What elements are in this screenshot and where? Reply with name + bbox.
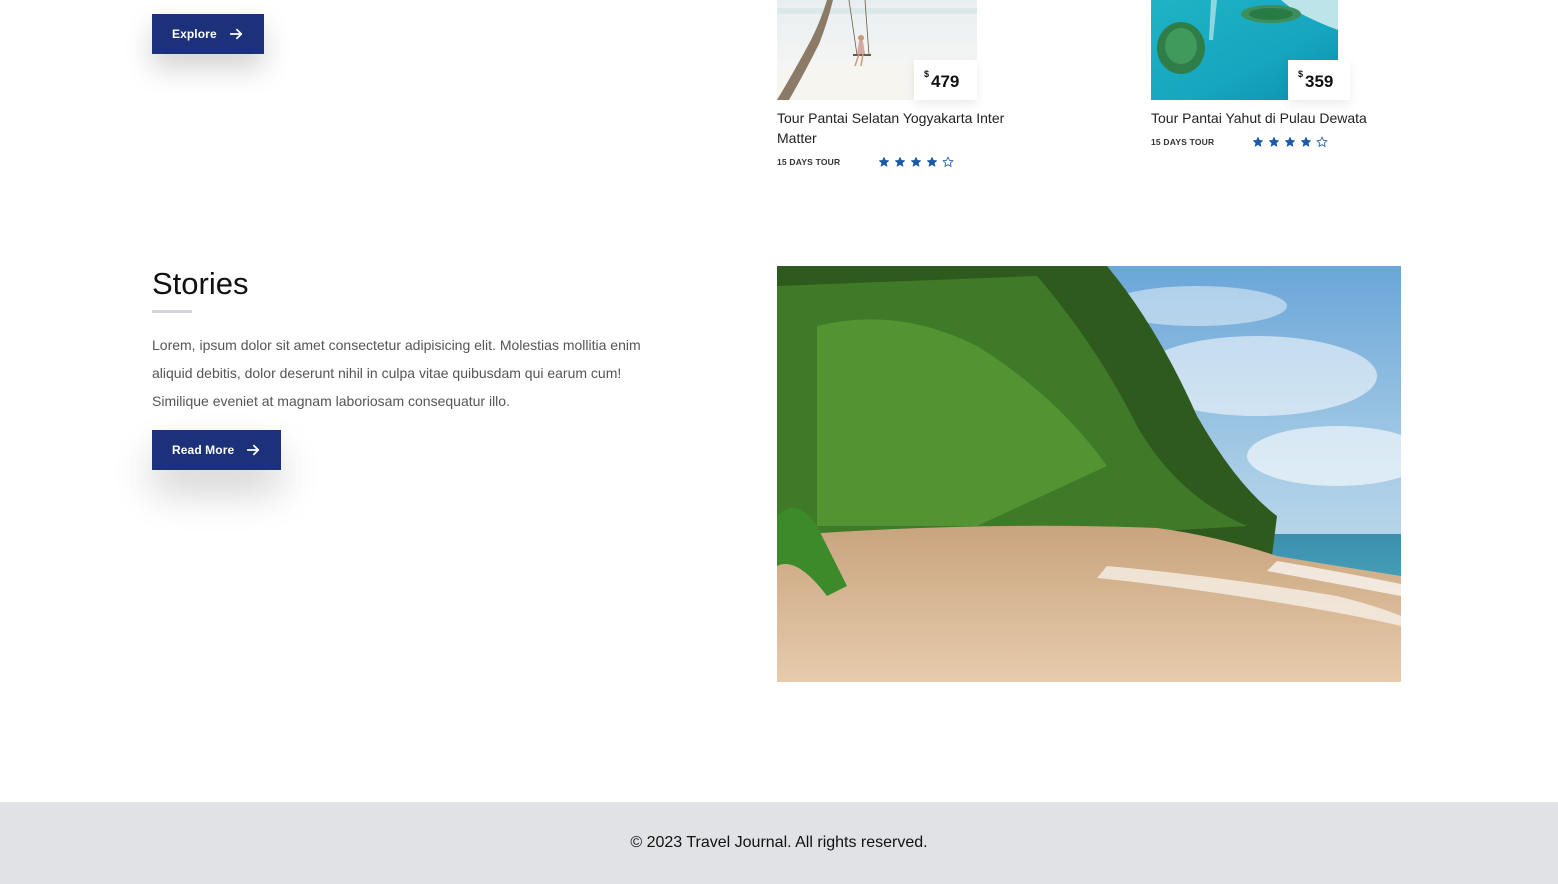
copyright-text: © 2023 Travel Journal. All rights reserv… [630, 834, 928, 851]
star-filled-icon [1252, 136, 1264, 147]
star-filled-icon [1284, 136, 1296, 147]
arrow-right-icon [229, 28, 242, 40]
heading-underline [152, 310, 192, 313]
currency-symbol: $ [1298, 69, 1304, 79]
tour-duration: 15 DAYS TOUR [777, 157, 841, 167]
read-more-label: Read More [172, 443, 235, 457]
star-filled-icon [878, 156, 890, 167]
star-filled-icon [1268, 136, 1280, 147]
star-filled-icon [894, 156, 906, 167]
star-empty-icon [1316, 136, 1328, 147]
star-filled-icon [910, 156, 922, 167]
currency-symbol: $ [924, 69, 930, 79]
tour-title[interactable]: Tour Pantai Yahut di Pulau Dewata [1151, 108, 1411, 128]
stories-image-tropical-beach [777, 266, 1401, 682]
price-badge: $ 479 [914, 60, 977, 100]
star-empty-icon [942, 156, 954, 167]
star-rating [1252, 136, 1328, 148]
star-filled-icon [926, 156, 938, 167]
star-rating [878, 156, 954, 168]
stories-body: Lorem, ipsum dolor sit amet consectetur … [152, 337, 641, 409]
price-value: 359 [1305, 72, 1334, 91]
star-filled-icon [1300, 136, 1312, 147]
price-badge: $ 359 [1288, 60, 1350, 100]
tour-duration: 15 DAYS TOUR [1151, 137, 1215, 147]
site-footer: © 2023 Travel Journal. All rights reserv… [0, 802, 1558, 884]
price-value: 479 [931, 72, 960, 91]
tour-title[interactable]: Tour Pantai Selatan Yogyakarta Inter Mat… [777, 108, 1037, 148]
explore-button-label: Explore [172, 27, 217, 41]
arrow-right-icon [247, 444, 260, 456]
read-more-button[interactable]: Read More [152, 430, 281, 470]
explore-button[interactable]: Explore [152, 14, 264, 54]
stories-heading: Stories [152, 266, 249, 301]
